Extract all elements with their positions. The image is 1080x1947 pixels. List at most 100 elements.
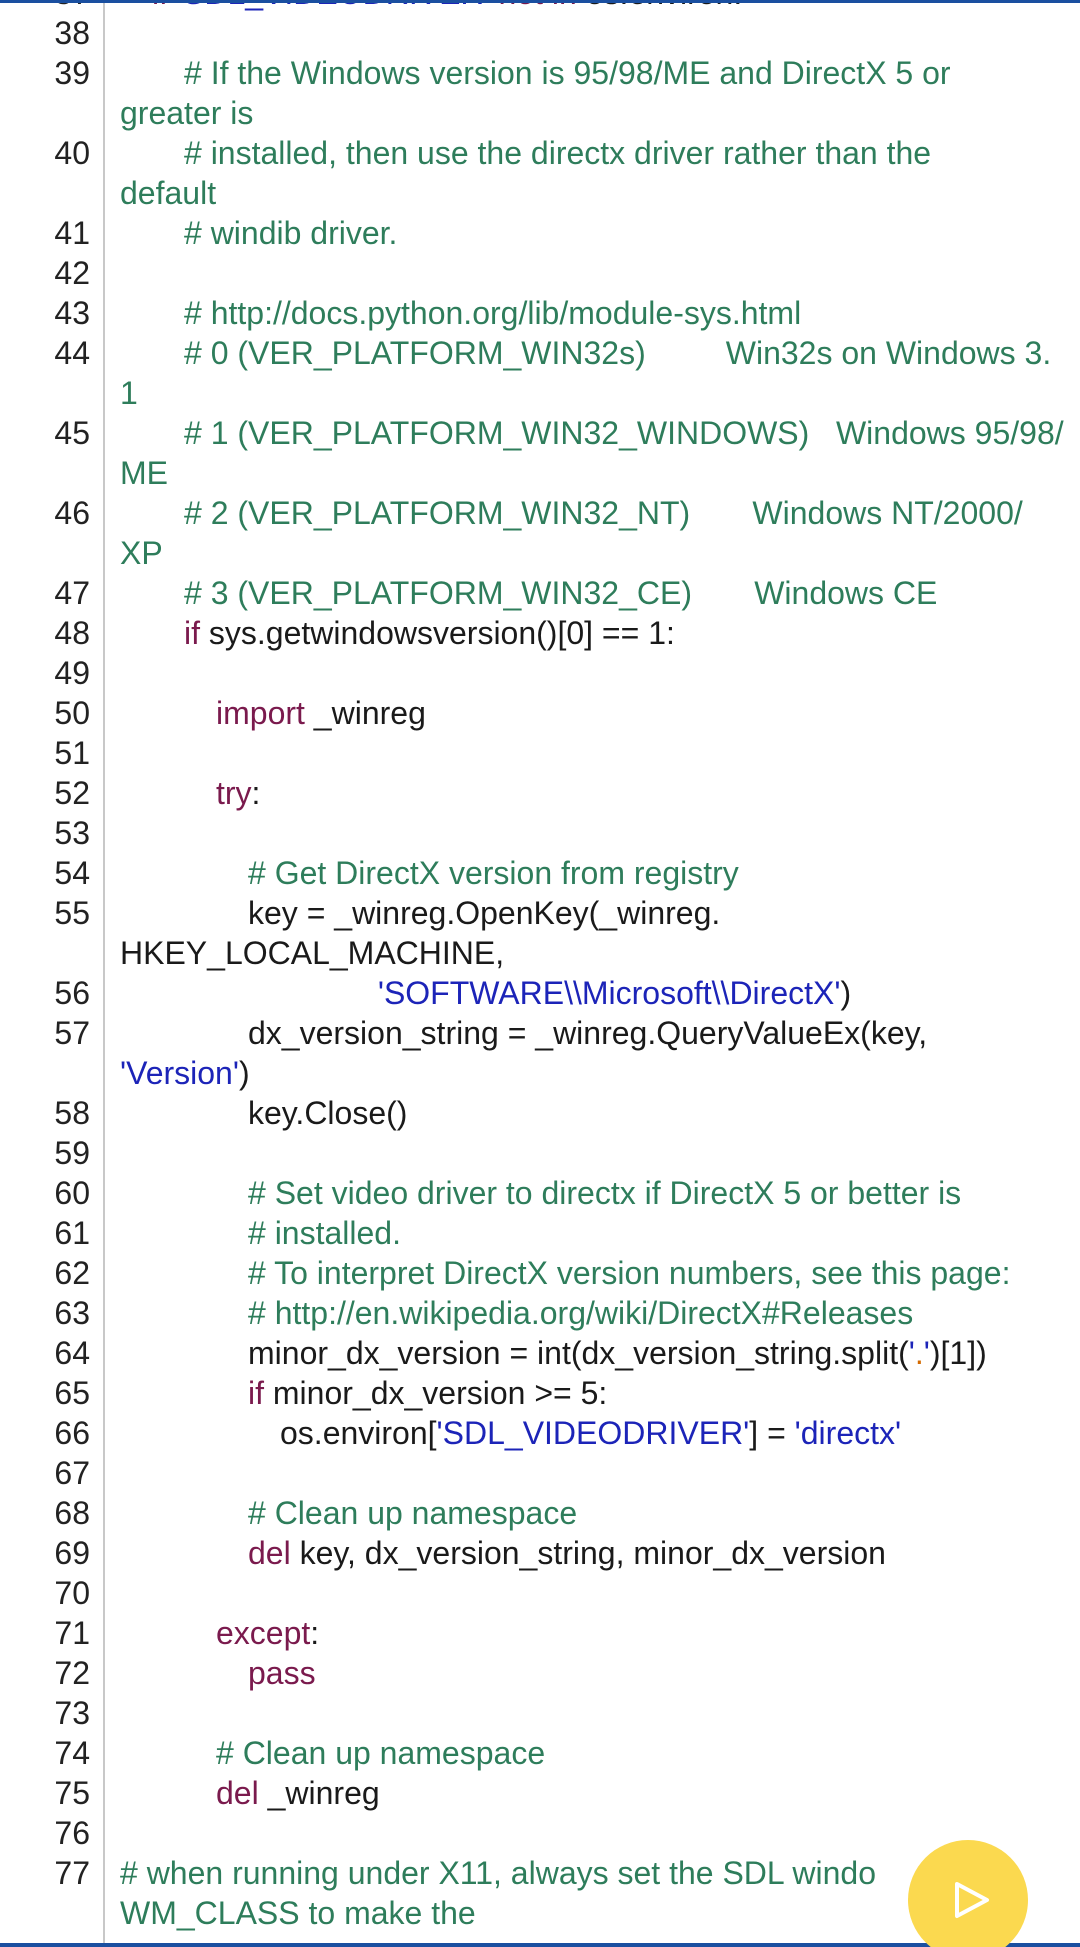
code-text: os.environ['SDL_VIDEODRIVER'] = 'directx… xyxy=(120,1413,1080,1453)
code-line[interactable]: 64 minor_dx_version = int(dx_version_stri… xyxy=(0,1333,1080,1373)
code-text-wrapped: 1 xyxy=(120,373,1080,413)
code-token: # If the Windows version is 95/98/ME and… xyxy=(184,55,951,91)
top-edge-bar xyxy=(0,0,1080,3)
code-line[interactable]: 61 # installed. xyxy=(0,1213,1080,1253)
code-line[interactable]: 71 except: xyxy=(0,1613,1080,1653)
code-line[interactable]: 46 # 2 (VER_PLATFORM_WIN32_NT) Windows NT… xyxy=(0,493,1080,573)
code-token: _winreg xyxy=(258,1775,380,1811)
code-line[interactable]: 53 xyxy=(0,813,1080,853)
code-text: dx_version_string = _winreg.QueryValueEx… xyxy=(120,1013,1080,1053)
code-text: # installed. xyxy=(120,1213,1080,1253)
code-line[interactable]: 60 # Set video driver to directx if Direc… xyxy=(0,1173,1080,1213)
code-token: os.environ[ xyxy=(280,1415,437,1451)
code-token: : xyxy=(310,1615,320,1651)
code-token: # 2 (VER_PLATFORM_WIN32_NT) Windows NT/2… xyxy=(184,495,1023,531)
code-token: ) xyxy=(238,1055,250,1091)
code-line[interactable]: 51 xyxy=(0,733,1080,773)
code-text: # To interpret DirectX version numbers, … xyxy=(120,1253,1080,1293)
code-line[interactable]: 41 # windib driver. xyxy=(0,213,1080,253)
code-line[interactable]: 55 key = _winreg.OpenKey(_winreg. HKEY_LOC… xyxy=(0,893,1080,973)
code-token: HKEY_LOCAL_MACHINE, xyxy=(120,935,505,971)
code-line[interactable]: 43 # http://docs.python.org/lib/module-sy… xyxy=(0,293,1080,333)
code-line[interactable]: 65 if minor_dx_version >= 5: xyxy=(0,1373,1080,1413)
code-line[interactable]: 69 del key, dx_version_string, minor_dx_v… xyxy=(0,1533,1080,1573)
code-line[interactable]: 54 # Get DirectX version from registry xyxy=(0,853,1080,893)
code-line[interactable]: 76 xyxy=(0,1813,1080,1853)
line-number: 51 xyxy=(54,735,90,771)
code-editor[interactable]: 37if 'SDL_VIDEODRIVER' not in os.environ… xyxy=(0,0,1080,1947)
code-token: _winreg xyxy=(304,695,426,731)
code-token: 'Version' xyxy=(120,1055,239,1091)
code-token: 'directx' xyxy=(794,1415,902,1451)
line-number: 67 xyxy=(54,1455,90,1491)
line-number: 42 xyxy=(54,255,90,291)
code-line[interactable]: 42 xyxy=(0,253,1080,293)
code-token: # http://en.wikipedia.org/wiki/DirectX#R… xyxy=(248,1295,914,1331)
line-number: 76 xyxy=(54,1815,90,1851)
code-token: WM_CLASS to make the xyxy=(120,1895,476,1931)
code-line[interactable]: 62 # To interpret DirectX version numbers… xyxy=(0,1253,1080,1293)
code-token: 'SOFTWARE\\Microsoft\\DirectX' xyxy=(377,975,841,1011)
code-line[interactable]: 52 try: xyxy=(0,773,1080,813)
code-line[interactable]: 44 # 0 (VER_PLATFORM_WIN32s) Win32s on Wi… xyxy=(0,333,1080,413)
code-line[interactable]: 59 xyxy=(0,1133,1080,1173)
line-number: 49 xyxy=(54,655,90,691)
code-text: # 1 (VER_PLATFORM_WIN32_WINDOWS) Windows… xyxy=(120,413,1080,453)
line-number: 70 xyxy=(54,1575,90,1611)
code-token: try xyxy=(216,775,252,811)
code-text: # Get DirectX version from registry xyxy=(120,853,1080,893)
code-line[interactable]: 45 # 1 (VER_PLATFORM_WIN32_WINDOWS) Windo… xyxy=(0,413,1080,493)
code-line[interactable]: 73 xyxy=(0,1693,1080,1733)
code-text: import _winreg xyxy=(120,693,1080,733)
code-line[interactable]: 39 # If the Windows version is 95/98/ME a… xyxy=(0,53,1080,133)
code-text: # Clean up namespace xyxy=(120,1493,1080,1533)
code-text-wrapped: greater is xyxy=(120,93,1080,133)
code-text-wrapped: HKEY_LOCAL_MACHINE, xyxy=(120,933,1080,973)
code-token: ME xyxy=(120,455,168,491)
code-line[interactable]: 56 'SOFTWARE\\Microsoft\\DirectX') xyxy=(0,973,1080,1013)
code-line[interactable]: 72 pass xyxy=(0,1653,1080,1693)
line-number: 46 xyxy=(54,495,90,531)
code-text: # 0 (VER_PLATFORM_WIN32s) Win32s on Wind… xyxy=(120,333,1080,373)
code-token: XP xyxy=(120,535,163,571)
code-text-wrapped: XP xyxy=(120,533,1080,573)
code-text: 'SOFTWARE\\Microsoft\\DirectX') xyxy=(120,973,1080,1013)
line-number: 45 xyxy=(54,415,90,451)
code-line[interactable]: 47 # 3 (VER_PLATFORM_WIN32_CE) Windows CE xyxy=(0,573,1080,613)
line-number: 56 xyxy=(54,975,90,1011)
code-text: try: xyxy=(120,773,1080,813)
code-text: del _winreg xyxy=(120,1773,1080,1813)
code-text: del key, dx_version_string, minor_dx_ver… xyxy=(120,1533,1080,1573)
code-line[interactable]: 66 os.environ['SDL_VIDEODRIVER'] = 'direc… xyxy=(0,1413,1080,1453)
code-line[interactable]: 49 xyxy=(0,653,1080,693)
code-line[interactable]: 67 xyxy=(0,1453,1080,1493)
code-line[interactable]: 70 xyxy=(0,1573,1080,1613)
line-number: 68 xyxy=(54,1495,90,1531)
code-line[interactable]: 48 if sys.getwindowsversion()[0] == 1: xyxy=(0,613,1080,653)
line-number: 58 xyxy=(54,1095,90,1131)
code-token: default xyxy=(120,175,217,211)
code-line[interactable]: 58 key.Close() xyxy=(0,1093,1080,1133)
code-token: 1 xyxy=(120,375,138,411)
line-number: 60 xyxy=(54,1175,90,1211)
code-line[interactable]: 57 dx_version_string = _winreg.QueryValue… xyxy=(0,1013,1080,1093)
line-number: 71 xyxy=(54,1615,90,1651)
line-number: 53 xyxy=(54,815,90,851)
code-token: # 1 (VER_PLATFORM_WIN32_WINDOWS) Windows… xyxy=(184,415,1064,451)
line-number: 65 xyxy=(54,1375,90,1411)
code-token: # when running under X11, always set the… xyxy=(120,1855,877,1891)
code-line[interactable]: 38 xyxy=(0,13,1080,53)
code-line[interactable]: 40 # installed, then use the directx driv… xyxy=(0,133,1080,213)
code-token: if xyxy=(184,615,200,651)
code-token: # Get DirectX version from registry xyxy=(248,855,739,891)
code-line[interactable]: 75 del _winreg xyxy=(0,1773,1080,1813)
code-line[interactable]: 63 # http://en.wikipedia.org/wiki/DirectX… xyxy=(0,1293,1080,1333)
code-line[interactable]: 50 import _winreg xyxy=(0,693,1080,733)
code-lines[interactable]: 37if 'SDL_VIDEODRIVER' not in os.environ… xyxy=(0,0,1080,1933)
code-line[interactable]: 68 # Clean up namespace xyxy=(0,1493,1080,1533)
code-line[interactable]: 74 # Clean up namespace xyxy=(0,1733,1080,1773)
bottom-edge-bar xyxy=(0,1943,1080,1947)
